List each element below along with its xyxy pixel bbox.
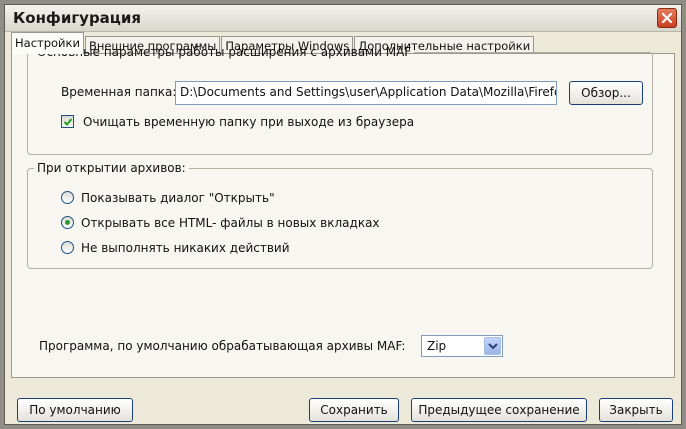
on-open-archives-legend: При открытии архивов:	[37, 161, 186, 175]
window-title: Конфигурация	[13, 9, 142, 27]
save-button[interactable]: Сохранить	[309, 398, 399, 422]
radio-show-open-dialog[interactable]	[61, 191, 74, 204]
close-window-button[interactable]	[657, 8, 677, 28]
temp-folder-input[interactable]: D:\Documents and Settings\user\Applicati…	[175, 81, 557, 105]
clear-temp-checkbox[interactable]	[61, 115, 74, 128]
default-program-label: Программа, по умолчанию обрабатывающая а…	[39, 339, 406, 353]
tab-settings[interactable]: Настройки	[11, 32, 84, 54]
previous-save-button[interactable]: Предыдущее сохранение	[411, 398, 587, 422]
radio-selected-dot	[65, 220, 70, 225]
default-program-select[interactable]: Zip	[421, 335, 503, 357]
radio-open-html-new-tabs[interactable]	[61, 216, 74, 229]
temp-folder-label: Временная папка:	[61, 85, 177, 99]
configuration-dialog: Конфигурация Настройки Внешние программы…	[4, 4, 682, 425]
radio-show-open-dialog-label: Показывать диалог "Открыть"	[81, 191, 275, 205]
browse-button[interactable]: Обзор...	[569, 81, 643, 105]
defaults-button[interactable]: По умолчанию	[17, 398, 133, 422]
radio-no-action-label: Не выполнять никаких действий	[81, 241, 290, 255]
radio-open-html-new-tabs-label: Открывать все HTML- файлы в новых вкладк…	[81, 216, 380, 230]
title-bar: Конфигурация	[5, 5, 681, 32]
main-parameters-legend: Основные параметры работы расширения с а…	[37, 45, 412, 59]
clear-temp-label: Очищать временную папку при выходе из бр…	[83, 115, 415, 129]
default-program-value: Zip	[427, 339, 447, 353]
radio-no-action[interactable]	[61, 241, 74, 254]
close-button[interactable]: Закрыть	[599, 398, 673, 422]
dropdown-arrow-button[interactable]	[484, 337, 501, 355]
